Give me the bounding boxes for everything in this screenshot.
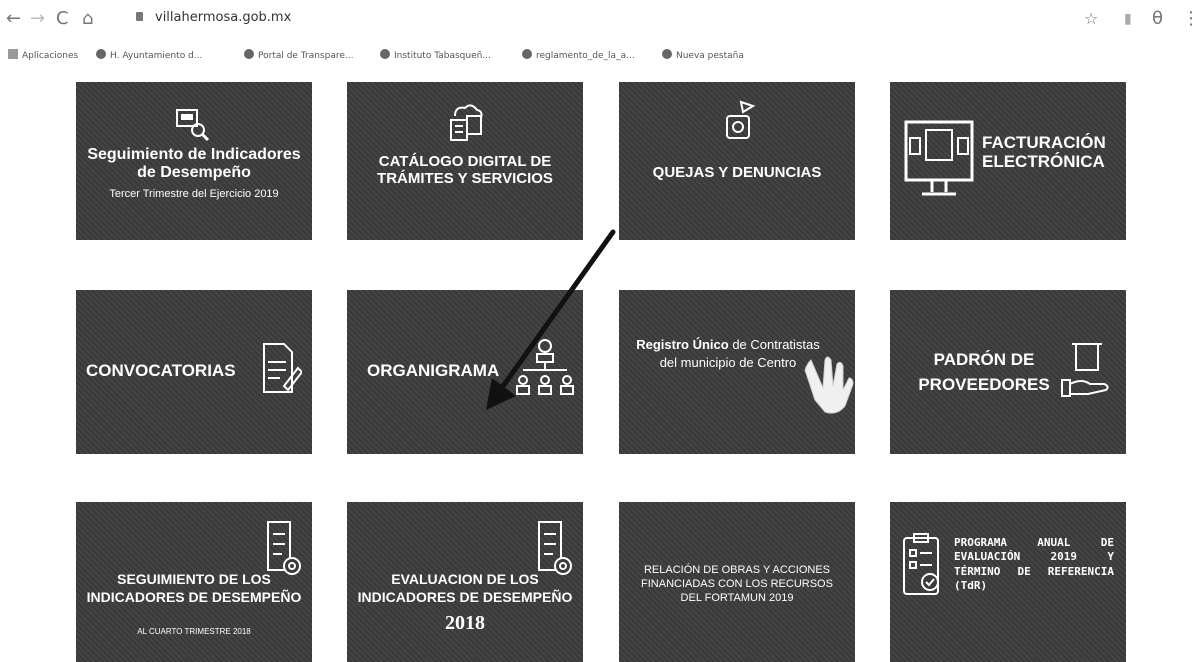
tile-title: QUEJAS Y DENUNCIAS [652, 164, 822, 181]
tile-title: EVALUACION DE LOS INDICADORES DE DESEMPE… [357, 571, 573, 606]
forward-button[interactable]: → [30, 8, 45, 30]
profile-icon[interactable]: θ [1152, 8, 1163, 30]
tile-title-bold: Registro Único [636, 337, 729, 352]
bookmark-apps[interactable]: Aplicaciones [8, 49, 78, 61]
tile-subtitle: Tercer Trimestre del Ejercicio 2019 [109, 188, 279, 200]
tile-organigrama[interactable]: ORGANIGRAMA [347, 290, 583, 454]
bookmarks-bar: Aplicaciones H. Ayuntamiento d... Portal… [0, 44, 1198, 66]
tile-evaluacion-indicadores[interactable]: EVALUACION DE LOS INDICADORES DE DESEMPE… [347, 502, 583, 662]
tile-title: PADRÓN DE PROVEEDORES [918, 350, 1050, 394]
tile-title: RELACIÓN DE OBRAS Y ACCIONES FINANCIADAS… [641, 564, 833, 604]
home-button[interactable]: ⌂ [82, 8, 93, 30]
tile-title: CONVOCATORIAS [86, 361, 236, 380]
site-icon [96, 49, 106, 59]
tile-title: ORGANIGRAMA [367, 361, 500, 380]
complaint-icon [726, 100, 756, 139]
lock-icon[interactable] [136, 12, 143, 21]
hand-pointer-icon [804, 356, 854, 414]
extension-icon[interactable]: ▮ [1124, 8, 1132, 30]
menu-icon[interactable]: ⋮ [1182, 8, 1198, 30]
tile-title: FACTURACIÓN ELECTRÓNICA [982, 133, 1106, 171]
site-icon [380, 49, 390, 59]
tile-facturacion-electronica[interactable]: FACTURACIÓN ELECTRÓNICA [890, 82, 1126, 240]
tile-subtitle: AL CUARTO TRIMESTRE 2018 [137, 627, 251, 636]
bookmark-reglamento[interactable]: reglamento_de_la_a... [522, 49, 635, 61]
globe-icon [522, 49, 532, 59]
tile-seguimiento-indicadores-2019[interactable]: Seguimiento de Indicadores de Desempeño … [76, 82, 312, 240]
globe-icon [662, 49, 672, 59]
cloud-documents-icon [450, 104, 483, 141]
browser-toolbar: ← → C ⌂ villahermosa.gob.mx ☆ ▮ θ ⋮ [0, 0, 1198, 40]
clipboard-check-icon [903, 533, 939, 595]
tile-title: Seguimiento de Indicadores de Desempeño [87, 146, 301, 181]
tile-convocatorias[interactable]: CONVOCATORIAS [76, 290, 312, 454]
site-icon [244, 49, 254, 59]
bookmark-instituto[interactable]: Instituto Tabasqueñ... [380, 49, 491, 61]
tile-seguimiento-indicadores-2018[interactable]: SEGUIMIENTO DE LOS INDICADORES DE DESEMP… [76, 502, 312, 662]
org-chart-icon [516, 339, 574, 395]
star-icon[interactable]: ☆ [1084, 8, 1098, 30]
tile-relacion-obras-fortamun[interactable]: RELACIÓN DE OBRAS Y ACCIONES FINANCIADAS… [619, 502, 855, 662]
bookmark-ayuntamiento[interactable]: H. Ayuntamiento d... [96, 49, 202, 61]
reload-button[interactable]: C [56, 8, 69, 30]
bookmark-portal[interactable]: Portal de Transpare... [244, 49, 353, 61]
tile-title: PROGRAMA ANUAL DE EVALUACIÓN 2019 Y TÉRM… [954, 536, 1114, 592]
document-pencil-icon [263, 343, 302, 393]
hand-box-icon [1061, 343, 1109, 397]
tile-title: Registro Único de Contratistas del munic… [633, 336, 823, 372]
apps-grid-icon [8, 49, 18, 59]
tile-programa-anual-evaluacion[interactable]: PROGRAMA ANUAL DE EVALUACIÓN 2019 Y TÉRM… [890, 502, 1126, 662]
tile-catalogo-digital[interactable]: CATÁLOGO DIGITAL DE TRÁMITES Y SERVICIOS [347, 82, 583, 240]
tile-registro-unico[interactable]: Registro Único de Contratistas del munic… [619, 290, 855, 454]
tile-year: 2018 [445, 612, 485, 634]
tile-quejas-denuncias[interactable]: QUEJAS Y DENUNCIAS [619, 82, 855, 240]
back-button[interactable]: ← [6, 8, 21, 30]
document-search-icon [176, 109, 210, 142]
tile-title: SEGUIMIENTO DE LOS INDICADORES DE DESEMP… [86, 571, 302, 606]
monitor-icon [904, 120, 974, 196]
tile-padron-proveedores[interactable]: PADRÓN DE PROVEEDORES [890, 290, 1126, 454]
tile-title: CATÁLOGO DIGITAL DE TRÁMITES Y SERVICIOS [377, 153, 553, 187]
address-bar[interactable]: villahermosa.gob.mx [155, 10, 291, 25]
bookmark-nueva-pestana[interactable]: Nueva pestaña [662, 49, 744, 61]
